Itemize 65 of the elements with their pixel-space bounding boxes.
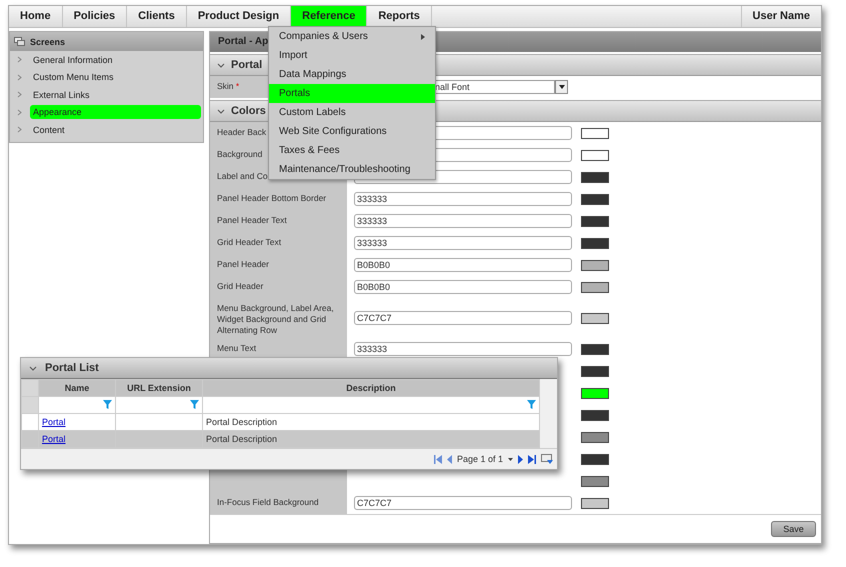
previous-page-icon[interactable] xyxy=(446,454,452,464)
panel-title: Portal List xyxy=(45,362,99,374)
collapse-chevron-icon[interactable] xyxy=(29,366,37,370)
page-indicator[interactable]: Page 1 of 1 xyxy=(456,454,503,464)
section-title: Portal xyxy=(231,59,262,71)
color-input-field[interactable]: 333333 xyxy=(354,236,572,250)
field-label: Grid Header Text xyxy=(217,237,282,247)
color-input-field[interactable]: 333333 xyxy=(354,342,572,356)
field-label: Header Back xyxy=(217,127,266,137)
menu-item[interactable]: Maintenance/Troubleshooting xyxy=(269,160,435,179)
table-cell: Portal Description xyxy=(206,434,278,444)
field-label: Panel Header Text xyxy=(217,215,287,225)
color-input-field[interactable]: 333333 xyxy=(354,192,572,206)
color-input-field[interactable]: B0B0B0 xyxy=(354,258,572,272)
menu-item[interactable]: Portals xyxy=(269,84,435,103)
sidebar-item[interactable]: General Information xyxy=(30,52,201,67)
color-input-field[interactable]: B0B0B0 xyxy=(354,280,572,294)
sidebar-item[interactable]: External Links xyxy=(30,88,201,102)
sidebar-title: Screens xyxy=(30,36,66,46)
section-title: Colors xyxy=(231,105,266,117)
collapse-chevron-icon[interactable] xyxy=(217,62,225,68)
field-label: In-Focus Field Background xyxy=(217,497,319,507)
color-input-field[interactable]: 333333 xyxy=(354,214,572,228)
menu-item[interactable]: Taxes & Fees xyxy=(269,141,435,160)
nav-tab[interactable]: Reference xyxy=(291,6,368,27)
color-input-field[interactable]: C7C7C7 xyxy=(354,496,572,510)
field-label: Menu Text xyxy=(217,343,256,353)
filter-icon[interactable] xyxy=(190,400,199,408)
portal-link[interactable]: Portal xyxy=(42,417,66,427)
user-menu[interactable]: User Name xyxy=(740,6,821,27)
submenu-arrow-icon xyxy=(421,34,425,40)
next-page-icon[interactable] xyxy=(518,454,523,464)
required-mark: * xyxy=(236,81,240,91)
field-label: Panel Header Bottom Border xyxy=(217,193,326,203)
first-page-icon[interactable] xyxy=(434,454,442,464)
color-input-field[interactable]: C7C7C7 xyxy=(354,311,572,325)
sidebar-item[interactable]: Content xyxy=(30,122,201,137)
sidebar-item[interactable]: Custom Menu Items xyxy=(30,70,201,84)
menu-item[interactable]: Custom Labels xyxy=(269,103,435,122)
nav-tab[interactable]: Clients xyxy=(127,6,187,27)
column-header[interactable]: URL Extension xyxy=(116,380,202,396)
collapse-chevron-icon[interactable] xyxy=(217,108,225,114)
filter-icon[interactable] xyxy=(527,400,536,408)
field-label: Grid Header xyxy=(217,281,264,291)
last-page-icon[interactable] xyxy=(528,454,536,464)
caret-icon xyxy=(558,85,564,89)
caret-icon[interactable] xyxy=(508,458,513,460)
field-label: Skin xyxy=(217,81,234,91)
portal-link[interactable]: Portal xyxy=(42,434,66,444)
screens-icon xyxy=(14,36,25,46)
sidebar-item[interactable]: Appearance xyxy=(30,105,201,120)
nav-tab[interactable]: Home xyxy=(9,6,63,27)
filter-icon[interactable] xyxy=(103,400,112,408)
save-button[interactable]: Save xyxy=(771,521,816,537)
dropdown-button[interactable] xyxy=(555,80,568,94)
field-label: Background xyxy=(217,149,262,159)
column-header[interactable]: Description xyxy=(202,380,540,396)
table-cell: Portal Description xyxy=(206,417,278,427)
nav-tab[interactable]: Policies xyxy=(62,6,128,27)
export-icon[interactable] xyxy=(541,454,553,464)
column-header[interactable]: Name xyxy=(38,380,116,396)
field-label: Panel Header xyxy=(217,259,269,269)
field-label: Label and Co xyxy=(217,171,268,181)
menu-item[interactable]: Web Site Configurations xyxy=(269,122,435,141)
field-label: Menu Background, Label Area, Widget Background and Grid Alternating Row xyxy=(217,303,334,335)
